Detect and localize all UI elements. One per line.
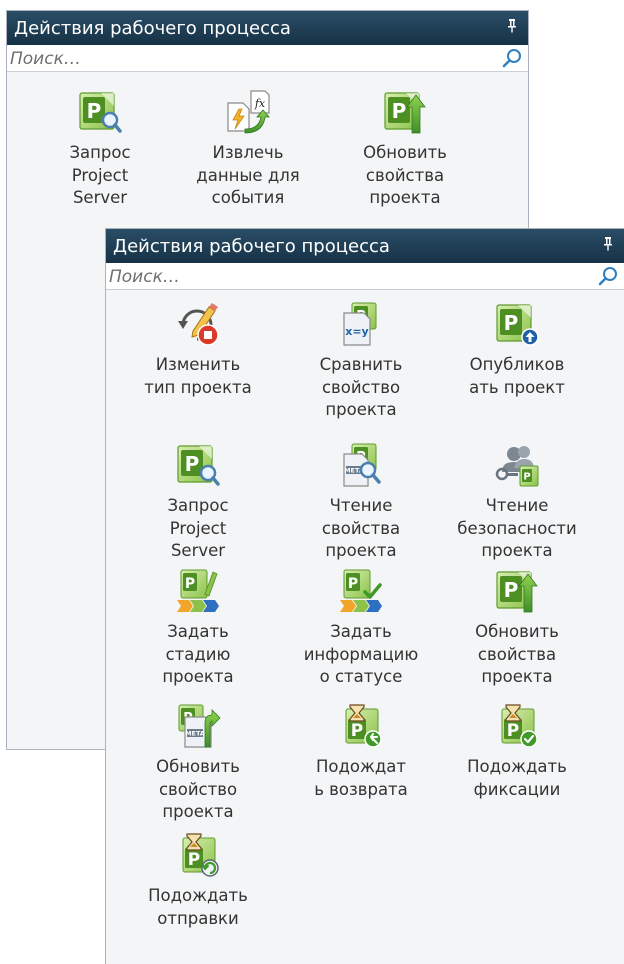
action-label: Обновить свойство проекта [156, 757, 240, 821]
search-bar [7, 45, 528, 72]
update-project-property-icon: META [175, 703, 221, 748]
svg-text:fx: fx [254, 97, 266, 110]
read-project-security-icon: P [495, 446, 539, 487]
action-label: Подождать фиксации [467, 757, 567, 799]
change-project-type-icon [178, 303, 219, 346]
project-query-icon [77, 89, 122, 133]
panel-title: Действия рабочего процесса [14, 17, 291, 39]
pin-icon[interactable] [506, 18, 518, 34]
action-change-project-type[interactable]: Изменить тип проекта [134, 301, 262, 399]
action-label: Изменить тип проекта [144, 355, 252, 397]
action-project-query[interactable]: Запрос Project Server [36, 89, 164, 210]
search-icon[interactable] [598, 266, 618, 286]
publish-project-icon [494, 301, 539, 346]
project-query-icon [175, 442, 220, 486]
action-project-query[interactable]: Запрос Project Server [134, 442, 262, 563]
update-project-properties-icon [494, 568, 538, 613]
action-label: Запрос Project Server [167, 496, 229, 560]
svg-text:P: P [348, 576, 358, 592]
pin-icon[interactable] [602, 236, 614, 252]
action-wait-for-checkin[interactable]: P Подождат ь возврата [297, 703, 425, 801]
action-label: Чтение свойства проекта [321, 496, 401, 560]
read-project-property-icon: META [343, 442, 381, 487]
svg-text:P: P [507, 721, 519, 741]
wait-for-submit-icon: P [182, 833, 219, 877]
panel-header: Действия рабочего процесса [106, 229, 624, 263]
action-update-project-properties[interactable]: Обновить свойства проекта [453, 568, 581, 689]
compare-project-property-icon: x=y [343, 301, 384, 346]
svg-text:P: P [351, 721, 363, 741]
svg-text:P: P [185, 576, 195, 592]
action-update-project-property[interactable]: META Обновить свойство проекта [134, 703, 262, 824]
action-set-status-info[interactable]: P Задать информацию о статусе [297, 568, 425, 689]
action-wait-for-submit[interactable]: P Подождать отправки [134, 832, 262, 930]
search-input[interactable] [10, 48, 450, 69]
action-label: Обновить свойства проекта [363, 143, 447, 207]
action-label: Извлечь данные для события [196, 143, 300, 207]
svg-text:x=y: x=y [345, 325, 368, 338]
workflow-actions-panel-front: Действия рабочего процесса Из [105, 228, 624, 964]
panel-title: Действия рабочего процесса [113, 235, 390, 257]
action-publish-project[interactable]: Опубликов ать проект [453, 301, 581, 399]
action-label: Обновить свойства проекта [475, 622, 559, 686]
svg-text:META: META [185, 730, 205, 738]
wait-for-commit-icon: P [501, 704, 538, 748]
action-compare-project-property[interactable]: x=y Сравнить свойство проекта [297, 301, 425, 422]
set-project-stage-icon: P [177, 569, 219, 612]
update-project-properties-icon [382, 89, 426, 134]
action-label: Опубликов ать проект [469, 355, 565, 397]
action-label: Сравнить свойство проекта [319, 355, 403, 419]
action-label: Запрос Project Server [69, 143, 131, 207]
search-bar [106, 263, 624, 290]
set-status-info-icon: P [340, 569, 382, 612]
wait-for-checkin-icon: P [345, 704, 382, 748]
extract-event-data-icon: fx [227, 90, 270, 134]
action-extract-event-data[interactable]: fx Извлечь данные для события [184, 89, 312, 210]
svg-text:P: P [523, 472, 530, 483]
action-label: Подождать отправки [148, 886, 248, 928]
action-read-project-property[interactable]: META Чтение свойства проекта [297, 442, 425, 563]
svg-text:P: P [188, 850, 200, 870]
action-label: Задать стадию проекта [162, 622, 234, 686]
search-icon[interactable] [502, 48, 522, 68]
panel-header: Действия рабочего процесса [7, 11, 528, 45]
action-read-project-security[interactable]: P Чтение безопасности проекта [453, 442, 581, 563]
action-wait-for-commit[interactable]: P Подождать фиксации [453, 703, 581, 801]
action-label: Задать информацию о статусе [303, 622, 419, 686]
action-label: Чтение безопасности проекта [457, 496, 577, 560]
action-update-project-properties[interactable]: Обновить свойства проекта [341, 89, 469, 210]
action-label: Подождат ь возврата [314, 757, 408, 799]
search-input[interactable] [109, 266, 549, 287]
action-set-project-stage[interactable]: P Задать стадию проекта [134, 568, 262, 689]
